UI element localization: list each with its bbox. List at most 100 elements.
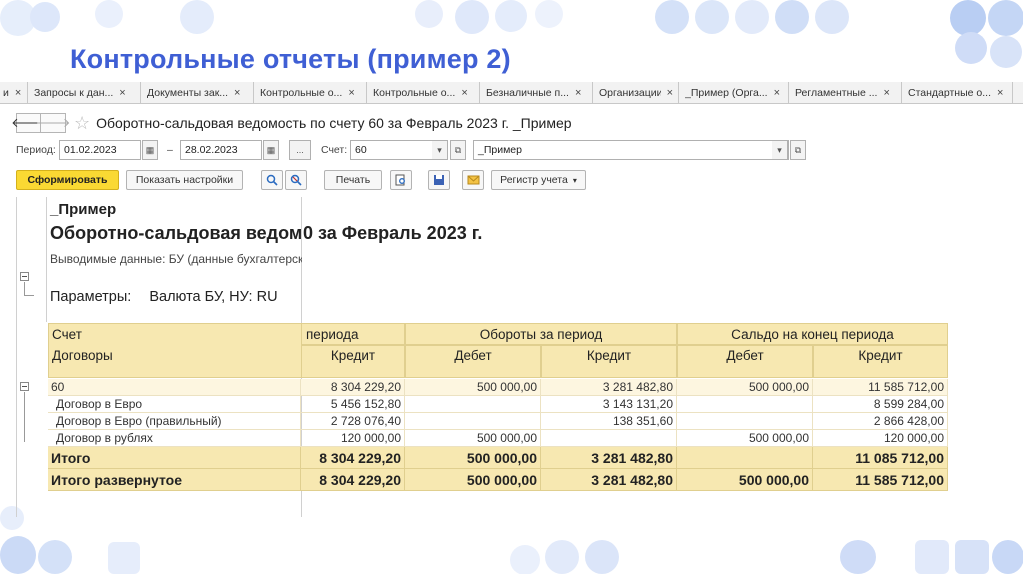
row-credit-2: 3 281 482,80	[541, 379, 677, 396]
params-value: Валюта БУ, НУ: RU	[149, 289, 278, 305]
total-name: Итого развернутое	[48, 469, 301, 491]
row-name: 60	[48, 379, 301, 396]
tab-label: Контрольные о...	[373, 87, 456, 99]
tab-label: Запросы к дан...	[34, 87, 114, 99]
total-credit-3: 11 585 712,00	[813, 469, 948, 491]
tab-label: Безналичные п...	[486, 87, 569, 99]
header-credit-2: Кредит	[541, 345, 677, 378]
print-button[interactable]: Печать	[324, 170, 382, 190]
close-icon[interactable]: ×	[997, 87, 1003, 99]
tab-label: Документы зак...	[147, 87, 229, 99]
generate-button[interactable]: Сформировать	[16, 170, 119, 190]
tab-0[interactable]: и ×	[0, 82, 28, 103]
show-settings-button[interactable]: Показать настройки	[126, 170, 243, 190]
row-credit-1: 5 456 152,80	[301, 396, 405, 413]
report-title-right: 0 за Февраль 2023 г.	[303, 223, 483, 243]
search-reset-icon[interactable]	[285, 170, 307, 190]
row-debit-3	[677, 396, 813, 413]
total-debit-3	[677, 447, 813, 469]
header-period: периода	[306, 327, 359, 342]
row-debit-3	[677, 413, 813, 430]
row-credit-1: 2 728 076,40	[301, 413, 405, 430]
total-credit-3: 11 085 712,00	[813, 447, 948, 469]
tab-label: _Пример (Орга...	[685, 87, 768, 99]
save-icon[interactable]	[428, 170, 450, 190]
period-label: Период:	[16, 144, 56, 156]
report-title-left: Оборотно-сальдовая ведомость по счету 6	[50, 223, 302, 244]
row-credit-3: 2 866 428,00	[813, 413, 948, 430]
header-debit-3: Дебет	[677, 345, 813, 378]
total-debit-2: 500 000,00	[405, 447, 541, 469]
row-credit-3: 11 585 712,00	[813, 379, 948, 396]
close-icon[interactable]: ×	[234, 87, 240, 99]
accounting-register-label: Регистр учета	[500, 174, 568, 186]
row-name: Договор в Евро	[48, 396, 301, 413]
close-icon[interactable]: ×	[15, 87, 21, 99]
close-icon[interactable]: ×	[461, 87, 467, 99]
collapse-icon[interactable]	[20, 382, 29, 391]
close-icon[interactable]: ×	[348, 87, 354, 99]
preview-icon[interactable]	[390, 170, 412, 190]
row-credit-1: 8 304 229,20	[301, 379, 405, 396]
row-debit-3: 500 000,00	[677, 379, 813, 396]
open-icon[interactable]: ⧉	[790, 140, 806, 160]
tab-label: Регламентные ...	[795, 87, 878, 99]
accounting-register-button[interactable]: Регистр учета ▾	[491, 170, 586, 190]
form-header: 🡐 🡒 ☆ Оборотно-сальдовая ведомость по сч…	[11, 112, 572, 134]
open-icon[interactable]: ⧉	[450, 140, 466, 160]
header-credit-1: Кредит	[301, 345, 405, 378]
tab-1[interactable]: Запросы к дан... ×	[28, 82, 141, 103]
mail-icon[interactable]	[462, 170, 484, 190]
close-icon[interactable]: ×	[774, 87, 780, 99]
dropdown-icon[interactable]: ▾	[432, 140, 448, 160]
row-name: Договор в рублях	[48, 430, 301, 447]
row-name: Договор в Евро (правильный)	[48, 413, 301, 430]
calendar-icon[interactable]: ▦	[263, 140, 279, 160]
forward-arrow-icon[interactable]: 🡒	[36, 113, 70, 133]
account-label: Счет:	[321, 144, 348, 156]
tab-8[interactable]: Регламентные ... ×	[789, 82, 902, 103]
total-debit-3: 500 000,00	[677, 469, 813, 491]
tab-6[interactable]: Организации ×	[593, 82, 679, 103]
close-icon[interactable]: ×	[667, 87, 673, 99]
row-credit-2: 138 351,60	[541, 413, 677, 430]
row-debit-2	[405, 413, 541, 430]
header-account: Счет	[52, 327, 82, 342]
period-select-button[interactable]: ...	[289, 140, 311, 160]
close-icon[interactable]: ×	[883, 87, 889, 99]
row-debit-2: 500 000,00	[405, 430, 541, 447]
row-credit-2: 3 143 131,20	[541, 396, 677, 413]
tab-label: Контрольные о...	[260, 87, 343, 99]
collapse-icon[interactable]	[20, 272, 29, 281]
total-credit-2: 3 281 482,80	[541, 447, 677, 469]
star-icon[interactable]: ☆	[74, 113, 90, 134]
close-icon[interactable]: ×	[575, 87, 581, 99]
tab-5[interactable]: Безналичные п... ×	[480, 82, 593, 103]
search-icon[interactable]	[261, 170, 283, 190]
header-debit-2: Дебет	[405, 345, 541, 378]
tab-2[interactable]: Документы зак... ×	[141, 82, 254, 103]
date-to-input[interactable]: 28.02.2023	[180, 140, 262, 160]
organization-input[interactable]: _Пример	[473, 140, 789, 160]
report-title: Оборотно-сальдовая ведомость по счету 6	[50, 223, 302, 243]
report-org: _Пример	[50, 201, 117, 218]
date-from-input[interactable]: 01.02.2023	[59, 140, 141, 160]
tab-4[interactable]: Контрольные о... ×	[367, 82, 480, 103]
header-period-cell: периода	[301, 323, 405, 345]
tab-label: Стандартные о...	[908, 87, 991, 99]
dropdown-icon[interactable]: ▾	[772, 140, 788, 160]
slide-title: Контрольные отчеты (пример 2)	[70, 44, 511, 74]
total-credit-1: 8 304 229,20	[301, 469, 405, 491]
tab-3[interactable]: Контрольные о... ×	[254, 82, 367, 103]
header-turnover: Обороты за период	[405, 323, 677, 345]
calendar-icon[interactable]: ▦	[142, 140, 158, 160]
report-output-data: Выводимые данные: БУ (данные бухгалтерск…	[50, 250, 302, 268]
period-dash: –	[167, 144, 173, 156]
close-icon[interactable]: ×	[119, 87, 125, 99]
tab-9[interactable]: Стандартные о... ×	[902, 82, 1013, 103]
output-data-text: Выводимые данные: БУ (данные бухгалтерск…	[50, 252, 302, 266]
tab-7[interactable]: _Пример (Орга... ×	[679, 82, 789, 103]
tab-bar: и × Запросы к дан... × Документы зак... …	[0, 82, 1023, 104]
params-label: Параметры:	[50, 289, 132, 305]
tab-label: и	[3, 87, 9, 99]
